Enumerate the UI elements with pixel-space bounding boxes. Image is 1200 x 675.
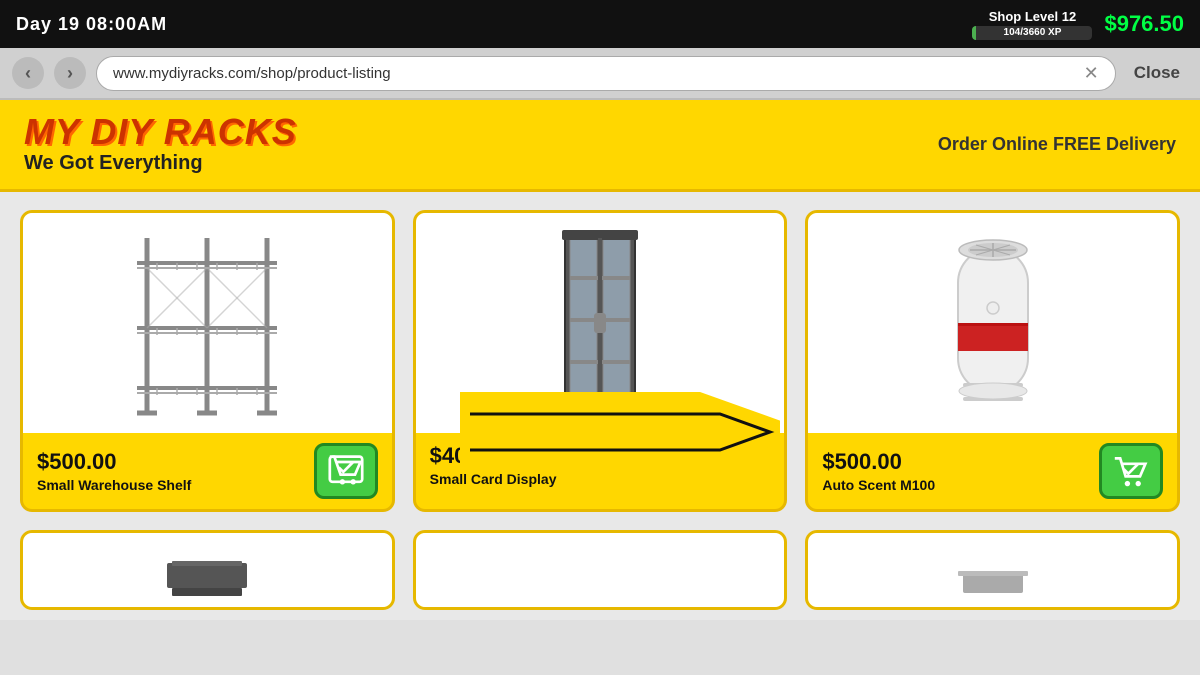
product-info-display: $400.00 Small Card Display bbox=[430, 443, 557, 487]
add-to-cart-scent[interactable] bbox=[1099, 443, 1163, 499]
store-brand: MY DIY RACKS We Got Everything bbox=[24, 114, 297, 175]
forward-button[interactable]: › bbox=[54, 57, 86, 89]
store-header: MY DIY RACKS We Got Everything Order Onl… bbox=[0, 100, 1200, 192]
shelf-image bbox=[107, 228, 307, 418]
product-card-shelf: $500.00 Small Warehouse Shelf bbox=[20, 210, 395, 512]
product-card-scent: $500.00 Auto Scent M100 bbox=[805, 210, 1180, 512]
partial-product-3 bbox=[943, 533, 1043, 607]
partial-product-1 bbox=[157, 533, 257, 607]
product-card-partial-3 bbox=[805, 530, 1180, 610]
close-button[interactable]: Close bbox=[1126, 59, 1188, 87]
store-tagline: We Got Everything bbox=[24, 152, 297, 175]
product-price-scent: $500.00 bbox=[822, 449, 935, 475]
product-price-shelf: $500.00 bbox=[37, 449, 191, 475]
store-promo: Order Online FREE Delivery bbox=[938, 134, 1176, 155]
shop-level-block: Shop Level 12 104/3660 XP bbox=[972, 9, 1092, 40]
url-text: www.mydiyracks.com/shop/product-listing bbox=[113, 65, 391, 82]
top-bar: Day 19 08:00AM Shop Level 12 104/3660 XP… bbox=[0, 0, 1200, 48]
second-row bbox=[0, 530, 1200, 620]
product-name-shelf: Small Warehouse Shelf bbox=[37, 477, 191, 493]
display-image bbox=[550, 228, 650, 418]
product-footer-display: $400.00 Small Card Display bbox=[416, 433, 785, 497]
url-bar[interactable]: www.mydiyracks.com/shop/product-listing … bbox=[96, 56, 1116, 91]
product-footer-scent: $500.00 Auto Scent M100 bbox=[808, 433, 1177, 509]
cart-icon-scent bbox=[1113, 453, 1149, 489]
scent-image bbox=[928, 228, 1058, 418]
product-name-display: Small Card Display bbox=[430, 471, 557, 487]
day-time: Day 19 08:00AM bbox=[16, 14, 167, 35]
product-image-shelf bbox=[23, 213, 392, 433]
store-name: MY DIY RACKS bbox=[24, 114, 297, 150]
xp-bar-container: 104/3660 XP bbox=[972, 26, 1092, 40]
cart-icon bbox=[328, 453, 364, 489]
money-display: $976.50 bbox=[1104, 11, 1184, 37]
product-info-shelf: $500.00 Small Warehouse Shelf bbox=[37, 449, 191, 493]
product-grid: $500.00 Small Warehouse Shelf bbox=[0, 192, 1200, 530]
product-price-display: $400.00 bbox=[430, 443, 557, 469]
product-image-display bbox=[416, 213, 785, 433]
add-to-cart-shelf[interactable] bbox=[314, 443, 378, 499]
xp-bar-label: 104/3660 XP bbox=[972, 26, 1092, 40]
product-footer-shelf: $500.00 Small Warehouse Shelf bbox=[23, 433, 392, 509]
product-info-scent: $500.00 Auto Scent M100 bbox=[822, 449, 935, 493]
product-name-scent: Auto Scent M100 bbox=[822, 477, 935, 493]
product-card-partial-2 bbox=[413, 530, 788, 610]
product-card-partial-1 bbox=[20, 530, 395, 610]
browser-bar: ‹ › www.mydiyracks.com/shop/product-list… bbox=[0, 48, 1200, 100]
product-card-display: $400.00 Small Card Display bbox=[413, 210, 788, 512]
shop-level-title: Shop Level 12 bbox=[972, 9, 1092, 24]
product-image-scent bbox=[808, 213, 1177, 433]
back-button[interactable]: ‹ bbox=[12, 57, 44, 89]
url-clear-icon[interactable]: ✕ bbox=[1084, 63, 1099, 84]
top-bar-right: Shop Level 12 104/3660 XP $976.50 bbox=[972, 9, 1184, 40]
